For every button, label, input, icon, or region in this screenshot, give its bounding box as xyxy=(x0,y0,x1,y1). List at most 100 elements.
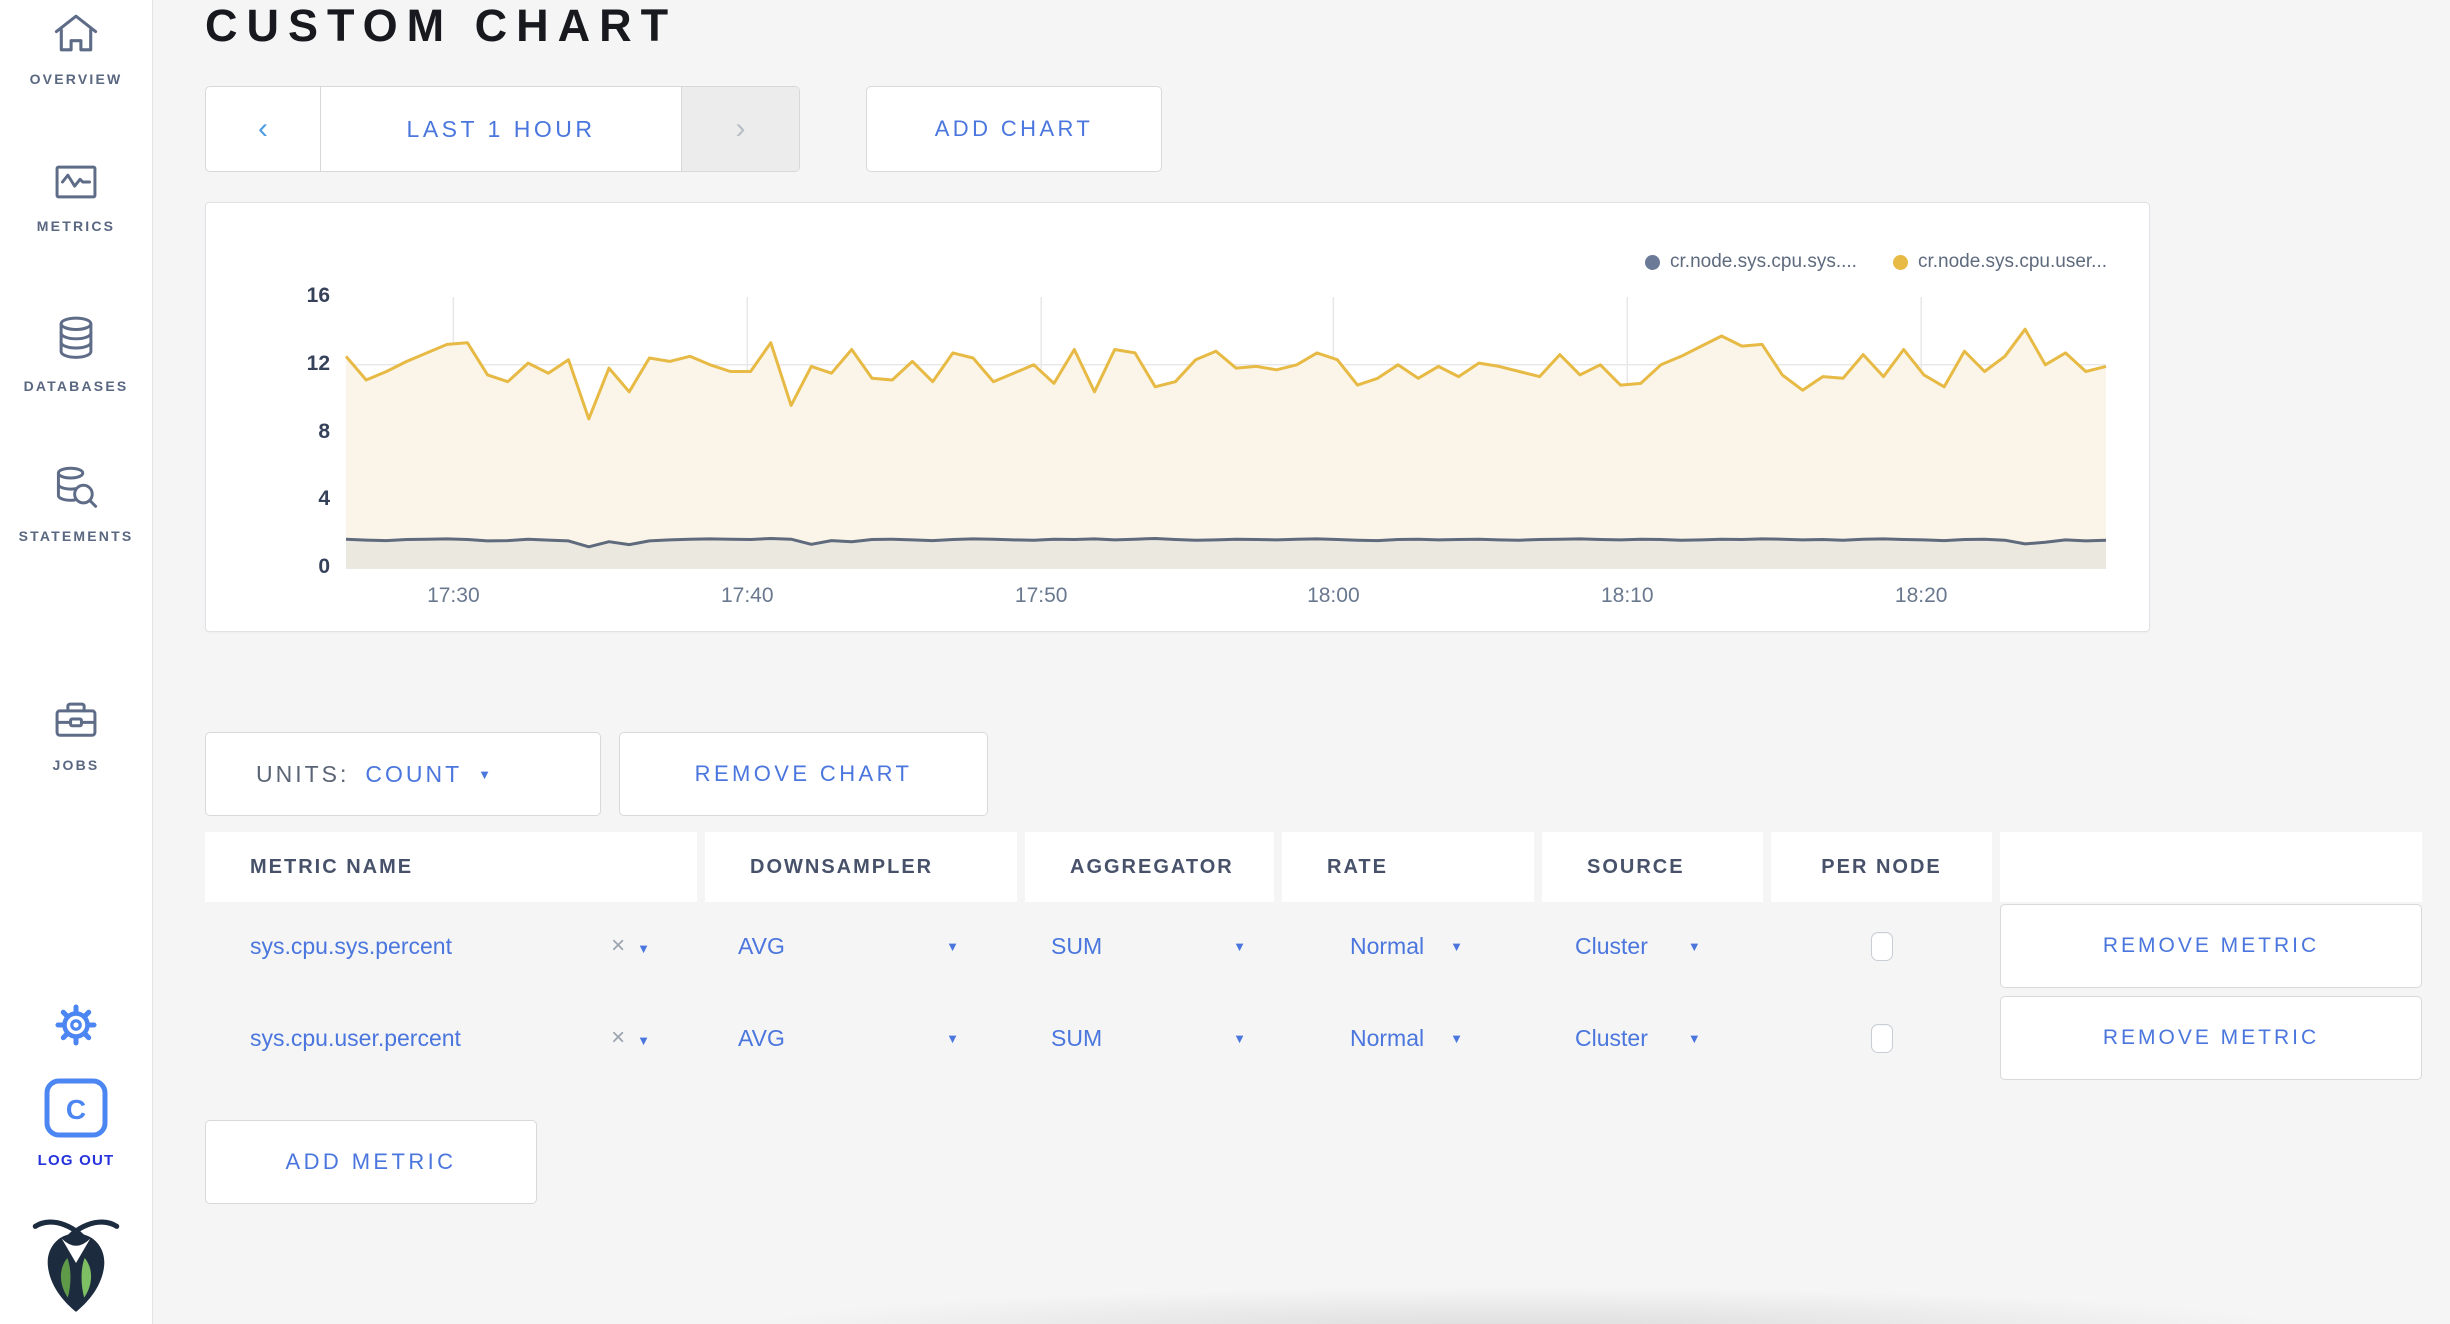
col-header-metric-name: METRIC NAME xyxy=(205,832,697,902)
x-tick-label: 18:10 xyxy=(1600,584,1654,607)
downsampler-select[interactable]: AVG ▼ xyxy=(705,933,1017,960)
page-title: CUSTOM CHART xyxy=(205,0,678,51)
chevron-down-icon: ▼ xyxy=(637,941,650,956)
settings-button[interactable] xyxy=(0,1000,152,1055)
add-chart-button[interactable]: ADD CHART xyxy=(866,86,1162,172)
per-node-checkbox[interactable] xyxy=(1870,1023,1893,1053)
source-select[interactable]: Cluster ▼ xyxy=(1542,933,1763,960)
remove-chart-button[interactable]: REMOVE CHART xyxy=(619,732,988,816)
chevron-down-icon: ▼ xyxy=(946,938,959,954)
metrics-table-header: METRIC NAME DOWNSAMPLER AGGREGATOR RATE … xyxy=(205,832,2450,902)
chevron-down-icon: ▼ xyxy=(1233,1030,1246,1046)
y-tick-label: 0 xyxy=(318,555,330,578)
col-header-per-node: PER NODE xyxy=(1771,832,1992,902)
app-window: OVERVIEW METRICS DATABASES STATEMENTS JO… xyxy=(0,0,2450,1324)
actions-cell: REMOVE METRIC xyxy=(2000,996,2422,1080)
legend-dot xyxy=(1645,254,1661,270)
col-header-actions xyxy=(2000,832,2422,902)
statements-icon xyxy=(53,465,99,516)
legend-item-user[interactable]: cr.node.sys.cpu.user... xyxy=(1892,251,2107,273)
table-row: sys.cpu.user.percent × ▼ AVG ▼ SUM ▼ Norm… xyxy=(205,994,2450,1082)
databases-icon xyxy=(54,315,98,366)
aggregator-select[interactable]: SUM ▼ xyxy=(1025,1025,1274,1052)
chevron-right-icon: › xyxy=(735,112,746,145)
time-window-selector: ‹ LAST 1 HOUR › xyxy=(205,86,800,172)
chevron-down-icon: ▼ xyxy=(637,1033,650,1048)
logout-button[interactable]: C LOG OUT xyxy=(0,1078,152,1169)
col-header-downsampler: DOWNSAMPLER xyxy=(705,832,1017,902)
sidebar-item-statements[interactable]: STATEMENTS xyxy=(0,465,152,544)
chevron-down-icon: ▼ xyxy=(1687,938,1701,954)
gear-icon xyxy=(51,1000,101,1055)
close-icon[interactable]: × xyxy=(611,1024,625,1051)
jobs-icon xyxy=(53,698,99,745)
rate-select[interactable]: Normal ▼ xyxy=(1282,1025,1534,1052)
rate-select[interactable]: Normal ▼ xyxy=(1282,933,1534,960)
x-tick-label: 17:40 xyxy=(720,584,774,607)
legend-label: cr.node.sys.cpu.user... xyxy=(1917,251,2107,272)
metrics-table: METRIC NAME DOWNSAMPLER AGGREGATOR RATE … xyxy=(205,832,2450,1082)
chevron-down-icon: ▼ xyxy=(1687,1030,1701,1046)
timeseries-plot[interactable] xyxy=(344,297,2107,569)
chevron-down-icon: ▼ xyxy=(1233,938,1246,954)
legend-dot xyxy=(1892,254,1908,270)
scroll-shadow xyxy=(583,1286,2450,1324)
chevron-down-icon: ▼ xyxy=(1450,1030,1463,1046)
aggregator-select[interactable]: SUM ▼ xyxy=(1025,933,1274,960)
x-tick-label: 18:00 xyxy=(1307,584,1360,607)
sidebar-item-label: JOBS xyxy=(52,757,100,773)
y-tick-label: 12 xyxy=(306,351,330,375)
add-metric-button[interactable]: ADD METRIC xyxy=(205,1120,537,1204)
main-content: CUSTOM CHART ‹ LAST 1 HOUR › ADD CHART c… xyxy=(153,0,2450,1324)
col-header-rate: RATE xyxy=(1282,832,1534,902)
y-tick-label: 4 xyxy=(318,487,330,511)
sidebar-item-label: OVERVIEW xyxy=(29,71,123,87)
col-header-source: SOURCE xyxy=(1542,832,1763,902)
home-icon xyxy=(52,12,100,59)
metric-clear-dropdown[interactable]: × ▼ xyxy=(611,932,650,960)
chevron-down-icon: ▼ xyxy=(946,1030,959,1046)
toolbar: ‹ LAST 1 HOUR › ADD CHART xyxy=(205,86,2450,172)
metric-clear-dropdown[interactable]: × ▼ xyxy=(611,1024,650,1052)
per-node-cell xyxy=(1771,931,1992,961)
metric-name-cell: sys.cpu.user.percent × ▼ xyxy=(205,1024,697,1052)
time-next-button-disabled[interactable]: › xyxy=(682,87,799,171)
chevron-down-icon: ▼ xyxy=(1450,938,1463,954)
downsampler-select[interactable]: AVG ▼ xyxy=(705,1025,1017,1052)
chevron-down-icon: ▼ xyxy=(478,766,495,782)
remove-metric-button[interactable]: REMOVE METRIC xyxy=(2000,904,2422,988)
time-range-label: LAST 1 HOUR xyxy=(406,115,596,142)
svg-text:C: C xyxy=(66,1094,86,1125)
source-select[interactable]: Cluster ▼ xyxy=(1542,1025,1763,1052)
table-row: sys.cpu.sys.percent × ▼ AVG ▼ SUM ▼ Norma… xyxy=(205,902,2450,990)
metric-name-value[interactable]: sys.cpu.sys.percent xyxy=(250,933,452,960)
cockroach-c-icon: C xyxy=(44,1078,108,1143)
sidebar-item-label: STATEMENTS xyxy=(18,528,134,544)
units-dropdown[interactable]: UNITS: COUNT ▼ xyxy=(205,732,601,816)
x-tick-label: 18:20 xyxy=(1894,584,1948,607)
sidebar-item-jobs[interactable]: JOBS xyxy=(0,698,152,773)
metric-name-cell: sys.cpu.sys.percent × ▼ xyxy=(205,932,697,960)
legend-item-sys[interactable]: cr.node.sys.cpu.sys.... xyxy=(1645,251,1857,273)
time-range-dropdown[interactable]: LAST 1 HOUR xyxy=(320,87,682,171)
metric-name-value[interactable]: sys.cpu.user.percent xyxy=(250,1025,461,1052)
metrics-icon xyxy=(53,163,99,206)
sidebar-item-databases[interactable]: DATABASES xyxy=(0,315,152,394)
actions-cell: REMOVE METRIC xyxy=(2000,904,2422,988)
sidebar-item-metrics[interactable]: METRICS xyxy=(0,163,152,234)
chart-card: cr.node.sys.cpu.sys.... cr.node.sys.cpu.… xyxy=(205,202,2150,632)
chart-controls: UNITS: COUNT ▼ REMOVE CHART xyxy=(205,732,2450,816)
y-tick-label: 16 xyxy=(306,284,330,307)
sidebar-item-overview[interactable]: OVERVIEW xyxy=(0,12,152,87)
chart-legend: cr.node.sys.cpu.sys.... cr.node.sys.cpu.… xyxy=(1645,251,2107,273)
remove-metric-button[interactable]: REMOVE METRIC xyxy=(2000,996,2422,1080)
legend-label: cr.node.sys.cpu.sys.... xyxy=(1670,251,1857,272)
x-tick-label: 17:50 xyxy=(1014,584,1068,607)
sidebar-item-label: DATABASES xyxy=(23,378,129,394)
per-node-checkbox[interactable] xyxy=(1870,931,1893,961)
col-header-aggregator: AGGREGATOR xyxy=(1025,832,1274,902)
x-tick-label: 17:30 xyxy=(427,584,480,607)
time-prev-button[interactable]: ‹ xyxy=(206,87,320,171)
per-node-cell xyxy=(1771,1023,1992,1053)
close-icon[interactable]: × xyxy=(611,932,625,959)
